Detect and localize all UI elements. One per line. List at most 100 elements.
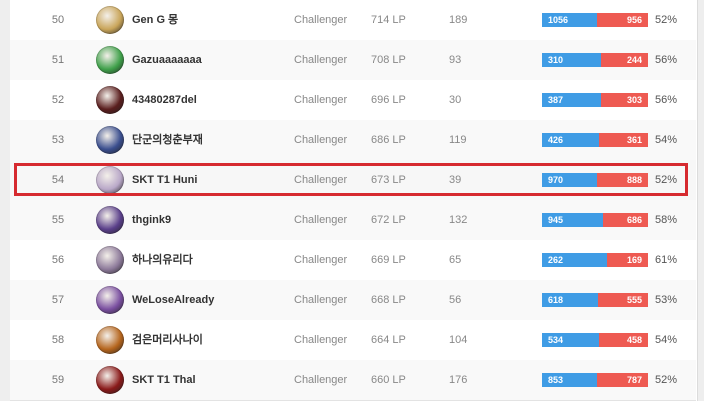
avatar-icon[interactable] [96, 86, 124, 114]
lp-cell: 668 LP [371, 294, 406, 306]
table-row[interactable]: 55 thgink9 Challenger 672 LP 132 945 686 58% [10, 200, 696, 241]
win-loss-bar: 618 555 [542, 293, 648, 307]
losses-count: 555 [598, 293, 648, 307]
avatar-icon[interactable] [96, 126, 124, 154]
avatar-icon[interactable] [96, 286, 124, 314]
losses-count: 956 [597, 13, 648, 27]
table-row[interactable]: 58 검은머리사나이 Challenger 664 LP 104 534 458 54% [10, 320, 696, 361]
winrate-cell: 52% [655, 374, 678, 386]
games-cell: 65 [449, 254, 462, 266]
games-cell: 119 [449, 134, 467, 146]
table-row[interactable]: 51 Gazuaaaaaaa Challenger 708 LP 93 310 244 56% [10, 40, 696, 81]
losses-count: 361 [599, 133, 648, 147]
table-row[interactable]: 56 하나의유리다 Challenger 669 LP 65 262 169 61% [10, 240, 696, 281]
lp-cell: 714 LP [371, 14, 406, 26]
winrate-cell: 56% [655, 94, 678, 106]
tier-cell: Challenger [294, 254, 348, 266]
avatar-icon[interactable] [96, 166, 124, 194]
winrate-cell: 58% [655, 214, 678, 226]
games-cell: 189 [449, 14, 468, 26]
tier-cell: Challenger [294, 14, 348, 26]
summoner-name-link[interactable]: 단군의청춘부재 [132, 120, 203, 160]
lp-cell: 672 LP [371, 214, 406, 226]
rank-cell: 51 [51, 54, 65, 66]
wins-count: 970 [542, 173, 597, 187]
tier-cell: Challenger [294, 134, 348, 146]
rank-cell: 57 [51, 294, 65, 306]
summoner-name-link[interactable]: Gen G 몽 [132, 0, 178, 40]
win-loss-bar: 426 361 [542, 133, 648, 147]
wins-count: 1056 [542, 13, 597, 27]
lp-cell: 660 LP [371, 374, 406, 386]
losses-count: 888 [597, 173, 648, 187]
rank-cell: 50 [51, 14, 65, 26]
win-loss-bar: 1056 956 [542, 13, 648, 27]
rank-cell: 54 [51, 174, 65, 186]
losses-count: 787 [597, 373, 648, 387]
summoner-name-link[interactable]: SKT T1 Huni [132, 160, 197, 200]
summoner-name-link[interactable]: Gazuaaaaaaa [132, 40, 202, 80]
avatar-icon[interactable] [96, 206, 124, 234]
table-row[interactable]: 57 WeLoseAlready Challenger 668 LP 56 618 555 5… [10, 280, 696, 321]
winrate-cell: 54% [655, 334, 678, 346]
avatar-icon[interactable] [96, 46, 124, 74]
summoner-name-link[interactable]: WeLoseAlready [132, 280, 214, 320]
summoner-name-link[interactable]: thgink9 [132, 200, 171, 240]
winrate-cell: 52% [655, 174, 678, 186]
rank-cell: 59 [51, 374, 65, 386]
wins-count: 387 [542, 93, 601, 107]
tier-cell: Challenger [294, 94, 348, 106]
lp-cell: 696 LP [371, 94, 406, 106]
wins-count: 310 [542, 53, 601, 67]
win-loss-bar: 970 888 [542, 173, 648, 187]
losses-count: 686 [603, 213, 648, 227]
winrate-cell: 54% [655, 134, 678, 146]
games-cell: 176 [449, 374, 468, 386]
tier-cell: Challenger [294, 334, 348, 346]
rank-cell: 52 [51, 94, 65, 106]
tier-cell: Challenger [294, 214, 348, 226]
summoner-name-link[interactable]: 43480287del [132, 80, 197, 120]
rank-cell: 55 [51, 214, 65, 226]
summoner-name-link[interactable]: 검은머리사나이 [132, 320, 203, 360]
table-row[interactable]: 50 Gen G 몽 Challenger 714 LP 189 1056 956 52% [10, 0, 696, 41]
wins-count: 534 [542, 333, 599, 347]
games-cell: 104 [449, 334, 468, 346]
win-loss-bar: 310 244 [542, 53, 648, 67]
winrate-cell: 52% [655, 14, 678, 26]
tier-cell: Challenger [294, 54, 348, 66]
table-row[interactable]: 59 SKT T1 Thal Challenger 660 LP 176 853 787 52… [10, 360, 696, 401]
games-cell: 56 [449, 294, 462, 306]
win-loss-bar: 387 303 [542, 93, 648, 107]
lp-cell: 664 LP [371, 334, 406, 346]
table-row[interactable]: 53 단군의청춘부재 Challenger 686 LP 119 426 361 54% [10, 120, 696, 161]
games-cell: 39 [449, 174, 462, 186]
win-loss-bar: 262 169 [542, 253, 648, 267]
tier-cell: Challenger [294, 174, 348, 186]
win-loss-bar: 853 787 [542, 373, 648, 387]
lp-cell: 669 LP [371, 254, 406, 266]
tier-cell: Challenger [294, 374, 348, 386]
avatar-icon[interactable] [96, 246, 124, 274]
wins-count: 618 [542, 293, 598, 307]
table-row[interactable]: 54 SKT T1 Huni Challenger 673 LP 39 970 888 52% [10, 160, 696, 201]
avatar-icon[interactable] [96, 366, 124, 394]
wins-count: 945 [542, 213, 603, 227]
avatar-icon[interactable] [96, 326, 124, 354]
rank-cell: 58 [51, 334, 65, 346]
summoner-name-link[interactable]: 하나의유리다 [132, 240, 193, 280]
wins-count: 853 [542, 373, 597, 387]
games-cell: 93 [449, 54, 462, 66]
win-loss-bar: 945 686 [542, 213, 648, 227]
wins-count: 426 [542, 133, 599, 147]
tier-cell: Challenger [294, 294, 348, 306]
lp-cell: 686 LP [371, 134, 406, 146]
avatar-icon[interactable] [96, 6, 124, 34]
games-cell: 132 [449, 214, 468, 226]
winrate-cell: 56% [655, 54, 678, 66]
lp-cell: 673 LP [371, 174, 406, 186]
losses-count: 169 [607, 253, 648, 267]
summoner-name-link[interactable]: SKT T1 Thal [132, 360, 196, 400]
table-row[interactable]: 52 43480287del Challenger 696 LP 30 387 303 56% [10, 80, 696, 121]
rank-cell: 56 [51, 254, 65, 266]
